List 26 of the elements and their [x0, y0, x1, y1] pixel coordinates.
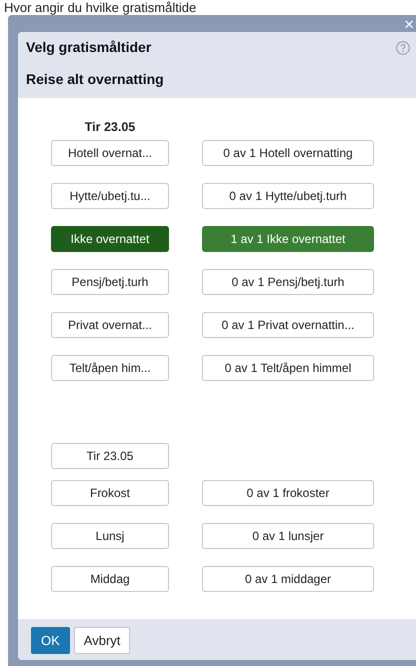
option-button[interactable]: Ikke overnattet [51, 226, 169, 252]
dialog-title: Velg gratismåltider [26, 38, 152, 57]
option-button[interactable]: Middag [51, 566, 169, 592]
page-heading: Hvor angir du hvilke gratismåltide [4, 0, 196, 15]
count-button[interactable]: 0 av 1 Privat overnattin... [202, 312, 374, 338]
option-button[interactable]: Hytte/ubetj.tu... [51, 182, 169, 209]
date-label: Tir 23.05 [84, 119, 136, 136]
option-button[interactable]: Pensj/betj.turh [51, 268, 169, 295]
option-button[interactable]: Hotell overnat... [51, 140, 169, 166]
count-button[interactable]: 0 av 1 Telt/åpen himmel [202, 354, 374, 381]
help-icon[interactable] [396, 40, 410, 54]
date-button[interactable]: Tir 23.05 [51, 442, 169, 469]
count-button[interactable]: 0 av 1 Hytte/ubetj.turh [202, 182, 374, 209]
count-button[interactable]: 0 av 1 middager [202, 566, 374, 592]
dialog-subtitle: Reise alt overnatting [26, 70, 165, 89]
count-button[interactable]: 0 av 1 Hotell overnatting [202, 140, 374, 166]
option-button[interactable]: Privat overnat... [51, 312, 169, 338]
option-button[interactable]: Frokost [51, 480, 169, 506]
count-button[interactable]: 0 av 1 frokoster [202, 480, 374, 506]
option-button[interactable]: Telt/åpen him... [51, 354, 169, 381]
option-button[interactable]: Lunsj [51, 522, 169, 549]
count-button[interactable]: 0 av 1 Pensj/betj.turh [202, 268, 374, 295]
cancel-button[interactable]: Avbryt [74, 627, 130, 654]
count-button[interactable]: 1 av 1 Ikke overnattet [202, 226, 374, 252]
count-button[interactable]: 0 av 1 lunsjer [202, 522, 374, 549]
ok-button[interactable]: OK [31, 627, 70, 654]
